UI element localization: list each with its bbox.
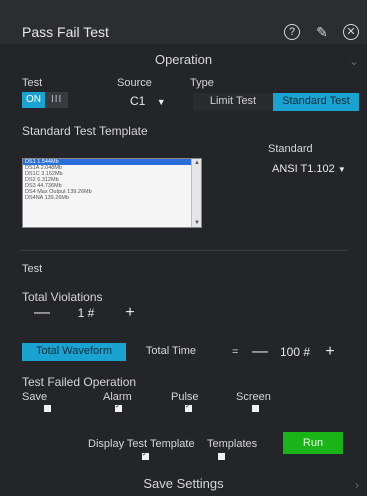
template-listbox[interactable]: DS1 1.544Mb DS1A 2.048Mb DS1C 3.152Mb DS… bbox=[22, 158, 202, 228]
divider bbox=[20, 250, 347, 251]
test-label: Test bbox=[22, 77, 43, 89]
violations-stepper[interactable]: — 1 # + bbox=[28, 303, 144, 323]
chevron-down-icon[interactable]: ⌄ bbox=[349, 54, 359, 68]
display-template-checkbox[interactable] bbox=[142, 450, 149, 460]
operation-header[interactable]: Operation ⌄ bbox=[0, 52, 367, 74]
source-label: Source bbox=[117, 77, 152, 89]
source-dropdown[interactable]: C1 ▼ bbox=[130, 94, 166, 108]
screen-check-label: Screen bbox=[236, 391, 271, 403]
standard-dropdown[interactable]: ANSI T1.102 ▼ bbox=[272, 163, 346, 175]
decrement-button[interactable]: — bbox=[247, 343, 273, 361]
chevron-right-icon[interactable]: › bbox=[355, 478, 359, 492]
waveform-value[interactable]: 100 # bbox=[273, 345, 317, 359]
standard-value: ANSI T1.102 bbox=[272, 163, 335, 175]
test-section-label: Test bbox=[22, 263, 43, 275]
display-template-label: Display Test Template bbox=[88, 438, 195, 450]
save-settings-section[interactable]: Save Settings › bbox=[0, 476, 367, 496]
save-checkbox[interactable] bbox=[44, 405, 51, 412]
run-button[interactable]: Run bbox=[283, 432, 343, 454]
decrement-button[interactable]: — bbox=[28, 304, 56, 322]
save-check-label: Save bbox=[22, 391, 48, 403]
scroll-up-icon[interactable]: ▲ bbox=[193, 159, 201, 167]
templates-label: Templates bbox=[207, 438, 258, 450]
chevron-down-icon: ▼ bbox=[337, 165, 346, 174]
pass-fail-test-dialog: Pass Fail Test ? ✎ ✕ Operation ⌄ Test ON… bbox=[0, 0, 367, 496]
waveform-option-total-time[interactable]: Total Time bbox=[126, 343, 216, 361]
chevron-down-icon: ▼ bbox=[156, 97, 166, 107]
pin-icon[interactable]: ✎ bbox=[314, 24, 330, 40]
title-bar: Pass Fail Test ? ✎ ✕ bbox=[0, 0, 367, 44]
help-icon[interactable]: ? bbox=[284, 24, 300, 40]
template-label: Standard Test Template bbox=[22, 124, 148, 138]
test-toggle[interactable]: ON III bbox=[22, 92, 69, 108]
type-label: Type bbox=[190, 77, 214, 89]
scroll-down-icon[interactable]: ▼ bbox=[193, 219, 201, 227]
pulse-checkbox[interactable] bbox=[185, 402, 192, 412]
operation-title: Operation bbox=[154, 52, 213, 67]
list-item[interactable]: DS4NA 139.26Mb bbox=[23, 195, 201, 201]
violations-value[interactable]: 1 # bbox=[56, 306, 116, 320]
source-value: C1 bbox=[130, 94, 146, 108]
increment-button[interactable]: + bbox=[116, 304, 144, 322]
type-option-standard[interactable]: Standard Test bbox=[273, 93, 359, 111]
standard-label: Standard bbox=[268, 143, 313, 155]
type-option-limit[interactable]: Limit Test bbox=[193, 93, 273, 111]
window-title: Pass Fail Test bbox=[22, 24, 109, 40]
type-segmented-control[interactable]: Limit Test Standard Test bbox=[193, 93, 359, 111]
toggle-on[interactable]: ON bbox=[22, 92, 45, 108]
increment-button[interactable]: + bbox=[317, 343, 343, 361]
screen-checkbox[interactable] bbox=[252, 405, 259, 412]
total-violations-label: Total Violations bbox=[22, 290, 103, 304]
failed-operation-label: Test Failed Operation bbox=[22, 375, 137, 389]
equals-sign: = bbox=[232, 346, 239, 358]
waveform-segmented-control[interactable]: Total Waveform Total Time bbox=[22, 343, 216, 361]
alarm-checkbox[interactable] bbox=[115, 402, 122, 412]
listbox-scrollbar[interactable]: ▲ ▼ bbox=[191, 159, 201, 227]
toggle-off[interactable]: III bbox=[45, 92, 69, 108]
templates-checkbox[interactable] bbox=[218, 453, 225, 460]
waveform-option-total-waveform[interactable]: Total Waveform bbox=[22, 343, 126, 361]
close-icon[interactable]: ✕ bbox=[343, 24, 359, 40]
save-settings-title: Save Settings bbox=[143, 476, 224, 491]
waveform-stepper[interactable]: — 100 # + bbox=[247, 342, 343, 362]
